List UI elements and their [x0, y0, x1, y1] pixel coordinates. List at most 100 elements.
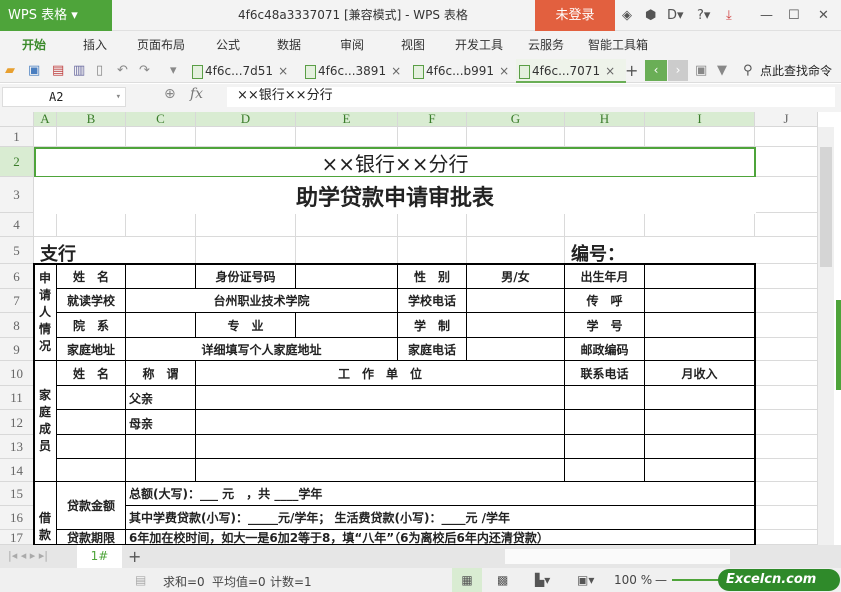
cell-B13[interactable]: [56, 434, 126, 459]
normal-view-icon[interactable]: ▦: [452, 568, 482, 592]
chevron-down-icon[interactable]: ▾: [116, 88, 121, 106]
grid-cell[interactable]: [755, 506, 818, 530]
cell-H12[interactable]: [564, 409, 645, 435]
print-icon[interactable]: ▥: [73, 59, 85, 83]
undo-icon[interactable]: ↶: [117, 59, 128, 83]
horizontal-scrollbar[interactable]: [505, 549, 730, 564]
doc-tab-1[interactable]: 4f6c...3891 ×: [302, 59, 410, 83]
cell-B15[interactable]: 贷款金额: [56, 481, 126, 530]
pdf-icon[interactable]: ▤: [52, 59, 64, 83]
vertical-scrollbar[interactable]: [818, 127, 834, 545]
column-header-G[interactable]: G: [467, 112, 565, 127]
cell-B14[interactable]: [56, 458, 126, 482]
cell-G6[interactable]: 男/女: [466, 263, 565, 289]
tab-next-button[interactable]: ›: [668, 60, 688, 81]
grid-cell[interactable]: [755, 237, 818, 264]
login-button[interactable]: 未登录: [535, 0, 615, 31]
cell-G7[interactable]: [466, 288, 565, 313]
column-header-F[interactable]: F: [398, 112, 467, 127]
row-header-11[interactable]: 11: [0, 386, 34, 410]
add-sheet-icon[interactable]: +: [128, 545, 141, 568]
cell-C13[interactable]: [125, 434, 196, 459]
doc-tab-2[interactable]: 4f6c...b991 ×: [410, 59, 518, 83]
row-header-4[interactable]: 4: [0, 213, 34, 237]
redo-icon[interactable]: ↷: [139, 59, 150, 83]
grid-cell[interactable]: [755, 435, 818, 459]
download-icon[interactable]: ⤓: [726, 0, 732, 31]
grid-cell[interactable]: [398, 237, 467, 264]
row-header-10[interactable]: 10: [0, 361, 34, 386]
grid-cell[interactable]: [755, 386, 818, 410]
cell-A2[interactable]: ××银行××分行: [34, 147, 756, 178]
cell-I11[interactable]: [644, 385, 755, 410]
menu-6[interactable]: 视图: [401, 31, 425, 59]
sheet-tab-1[interactable]: 1#: [77, 545, 122, 568]
skin-icon[interactable]: ◈: [622, 0, 632, 31]
grid-cell[interactable]: [398, 127, 467, 147]
cell-H7[interactable]: 传 呼: [564, 288, 645, 313]
cell-E6[interactable]: [295, 263, 398, 289]
grid-cell[interactable]: [57, 127, 126, 147]
grid-cell[interactable]: [755, 264, 818, 289]
row-header-16[interactable]: 16: [0, 506, 34, 530]
grid-cell[interactable]: [645, 127, 755, 147]
page-layout-icon[interactable]: ▙▾: [535, 573, 550, 587]
zoom-out-icon[interactable]: —: [655, 573, 667, 587]
cell-D6[interactable]: 身份证号码: [195, 263, 296, 289]
new-tab-icon[interactable]: +: [625, 59, 638, 83]
cell-F6[interactable]: 性 别: [397, 263, 467, 289]
cell-A10[interactable]: 家庭成员: [33, 360, 57, 482]
doc-tab-3[interactable]: 4f6c...7071 ×: [516, 59, 626, 83]
formula-input[interactable]: ××银行××分行: [227, 87, 835, 107]
grid-cell[interactable]: [755, 313, 818, 338]
cell-D13[interactable]: [195, 434, 565, 459]
column-header-D[interactable]: D: [196, 112, 296, 127]
cell-A3[interactable]: 助学贷款申请审批表: [34, 177, 756, 214]
cell-A15[interactable]: 借款: [33, 481, 57, 545]
row-header-2[interactable]: 2: [0, 147, 34, 177]
pin-icon[interactable]: ▼: [717, 59, 727, 83]
cell-C9[interactable]: 详细填写个人家庭地址: [125, 337, 398, 361]
more-dropdown-icon[interactable]: ▾: [170, 59, 177, 83]
column-header-B[interactable]: B: [57, 112, 126, 127]
menu-7[interactable]: 开发工具: [455, 31, 503, 59]
grid-cell[interactable]: [296, 213, 398, 237]
cell-C14[interactable]: [125, 458, 196, 482]
grid-cell[interactable]: [755, 127, 818, 147]
grid-cell[interactable]: [57, 213, 126, 237]
scroll-thumb[interactable]: [820, 147, 832, 267]
row-header-15[interactable]: 15: [0, 482, 34, 506]
cell-B7[interactable]: 就读学校: [56, 288, 126, 313]
grid-cell[interactable]: [645, 213, 755, 237]
cell-B17[interactable]: 贷款期限: [56, 529, 126, 545]
cell-D12[interactable]: [195, 409, 565, 435]
menu-5[interactable]: 审阅: [340, 31, 364, 59]
grid-cell[interactable]: [565, 213, 645, 237]
grid-cell[interactable]: [126, 127, 196, 147]
cell-I10[interactable]: 月收入: [644, 360, 755, 386]
name-box[interactable]: A2 ▾: [2, 87, 126, 107]
tab-prev-button[interactable]: ‹: [645, 60, 667, 81]
grid-cell[interactable]: [196, 213, 296, 237]
row-header-17[interactable]: 17: [0, 530, 34, 545]
column-header-H[interactable]: H: [565, 112, 645, 127]
cell-H9[interactable]: 邮政编码: [564, 337, 645, 361]
maximize-icon[interactable]: ☐: [788, 0, 800, 31]
minimize-icon[interactable]: —: [760, 0, 773, 31]
sheet-nav-icons[interactable]: |◂ ◂ ▸ ▸|: [8, 549, 48, 562]
row-header-5[interactable]: 5: [0, 237, 34, 264]
grid-cell[interactable]: [755, 147, 818, 177]
grid-cell[interactable]: [755, 338, 818, 361]
row-header-13[interactable]: 13: [0, 435, 34, 459]
menu-9[interactable]: 智能工具箱: [588, 31, 648, 59]
cell-C7[interactable]: 台州职业技术学院: [125, 288, 398, 313]
cell-F7[interactable]: 学校电话: [397, 288, 467, 313]
feedback-icon[interactable]: D▾: [667, 0, 684, 31]
grid-cell[interactable]: [467, 127, 565, 147]
grid-cell[interactable]: [296, 237, 398, 264]
help-icon[interactable]: ?▾: [697, 0, 710, 31]
cell-I13[interactable]: [644, 434, 755, 459]
cell-C11[interactable]: 父亲: [125, 385, 196, 410]
cell-A6[interactable]: 申请人情况: [33, 263, 57, 361]
open-icon[interactable]: ▰: [5, 59, 15, 83]
